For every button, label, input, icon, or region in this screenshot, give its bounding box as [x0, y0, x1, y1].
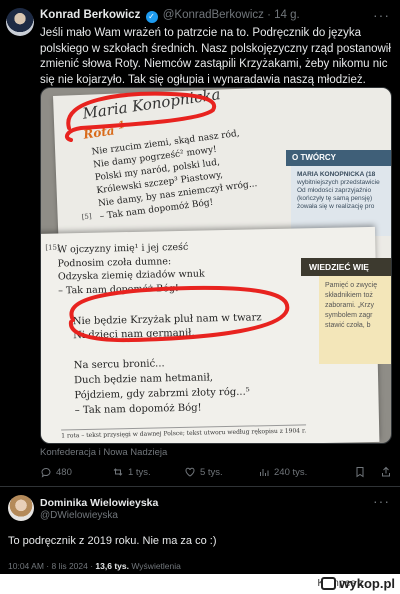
red-annotation-marks: [64, 91, 290, 343]
like-icon: [185, 467, 195, 477]
more-options-icon[interactable]: ···: [373, 7, 390, 23]
reply-author-name[interactable]: Dominika Wielowieyska: [40, 497, 158, 509]
wykop-footer: Kempes z wykop.pl: [0, 574, 400, 594]
author-name[interactable]: Konrad Berkowicz: [40, 9, 140, 21]
wykop-site-name: wykop.pl: [339, 576, 395, 591]
views-button[interactable]: 240 tys.: [258, 466, 344, 478]
wykop-logo-icon: [321, 577, 337, 590]
author-avatar[interactable]: [6, 8, 34, 36]
tweet-text: Jeśli mało Wam wrażeń to patrzcie na to.…: [40, 27, 391, 86]
reply-more-options-icon[interactable]: ···: [373, 493, 390, 509]
title-circle-mark: [64, 91, 217, 142]
reply-author-handle[interactable]: @DWielowieyska: [40, 510, 118, 521]
reply-button[interactable]: 480: [40, 466, 112, 478]
reply-icon: [41, 468, 51, 478]
reply-author-avatar[interactable]: [8, 495, 34, 521]
secondary-actions: [354, 466, 392, 478]
views-icon: [260, 469, 269, 476]
like-button[interactable]: 5 tys.: [184, 466, 258, 478]
reply-text: To podręcznik z 2019 roku. Nie ma za co …: [8, 535, 217, 547]
tweet-main: Konrad Berkowicz ✓ @KonradBerkowicz · 14…: [0, 0, 400, 486]
author-handle[interactable]: @KonradBerkowicz: [163, 9, 264, 21]
media-caption[interactable]: Konfederacja i Nowa Nadzieja: [40, 447, 167, 458]
reply-views-count: 13,6 tys.: [95, 561, 129, 571]
wykop-logo[interactable]: wykop.pl: [321, 576, 395, 591]
repost-button[interactable]: 1 tys.: [112, 466, 184, 478]
repost-icon: [113, 468, 123, 476]
krzyzak-circle-mark: [68, 285, 290, 343]
repost-count: 1 tys.: [128, 466, 151, 478]
share-icon[interactable]: [380, 466, 392, 478]
tweet-time[interactable]: · 14 g.: [267, 9, 300, 21]
views-count: 240 tys.: [274, 466, 308, 478]
bookmark-icon[interactable]: [354, 466, 366, 478]
tweet-header: Konrad Berkowicz ✓ @KonradBerkowicz · 14…: [40, 9, 300, 23]
reply-views-label: Wyświetlenia: [131, 561, 181, 571]
tweet-actions: 480 1 tys. 5 tys. 240 tys.: [40, 466, 392, 478]
reply-timestamp[interactable]: 10:04 AM · 8 lis 2024 ·: [8, 561, 93, 571]
tweet-reply: Dominika Wielowieyska @DWielowieyska ···…: [0, 487, 400, 574]
reply-count: 480: [56, 466, 72, 478]
reply-meta: 10:04 AM · 8 lis 2024 · 13,6 tys. Wyświe…: [8, 561, 181, 571]
verified-badge-icon: ✓: [145, 11, 158, 23]
like-count: 5 tys.: [200, 466, 223, 478]
tweet-image[interactable]: Maria Konopnicka Rota 1 Nie rzucim ziemi…: [40, 87, 392, 444]
